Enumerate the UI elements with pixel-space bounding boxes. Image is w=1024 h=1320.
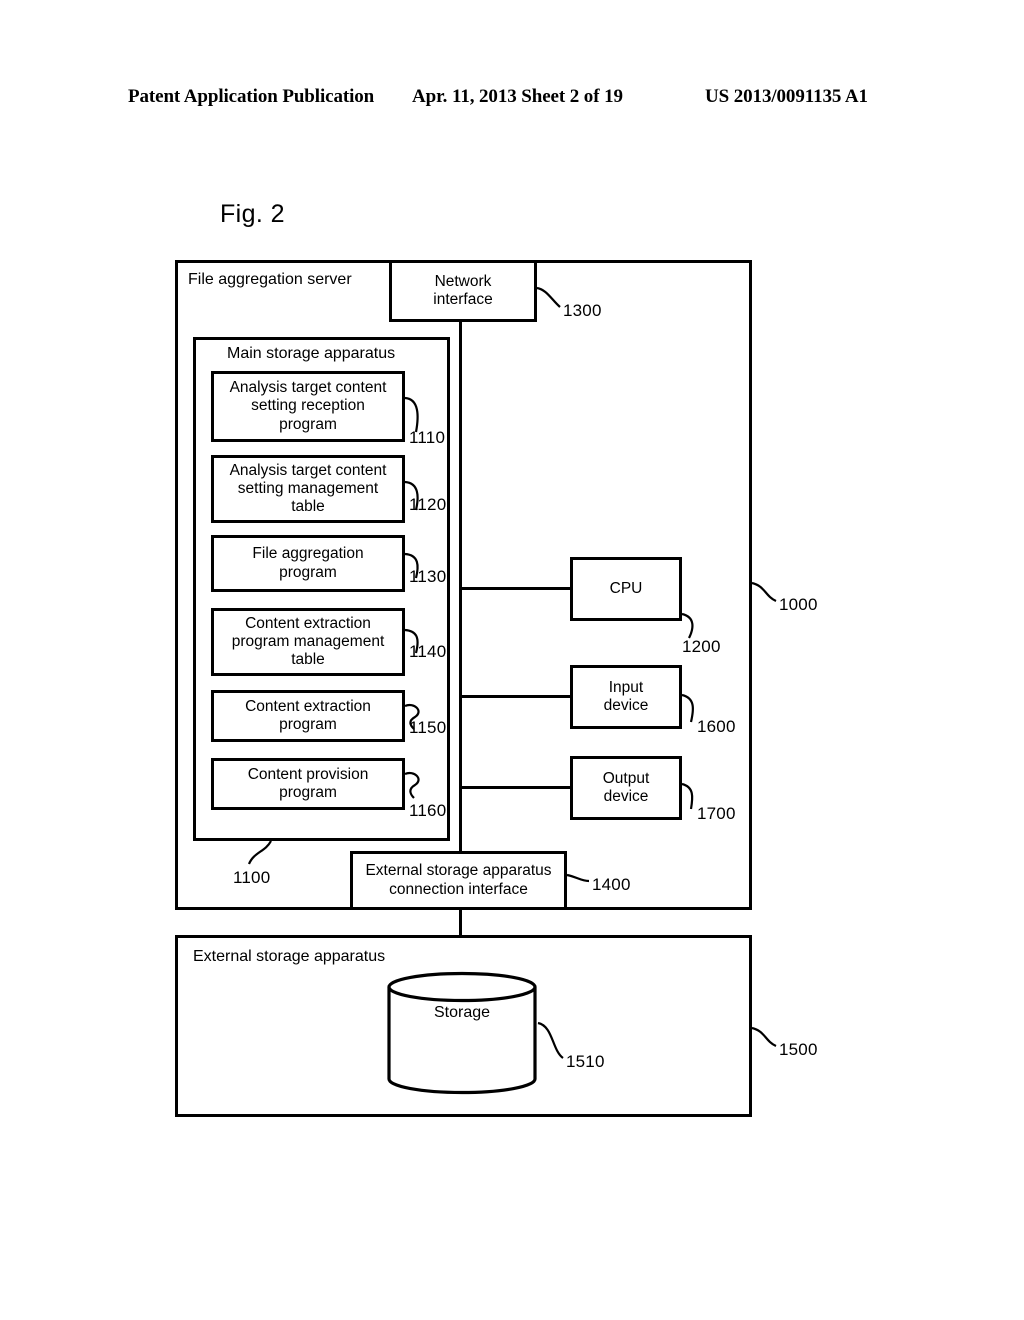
- refnum-1400: 1400: [592, 875, 631, 894]
- patent-header: Patent Application Publication Apr. 11, …: [0, 86, 1024, 112]
- refnum-1200: 1200: [682, 637, 721, 656]
- refnum-1000: 1000: [779, 595, 818, 614]
- bus-to-input-device-line: [459, 695, 572, 698]
- bus-to-cpu-line: [459, 587, 572, 590]
- storage-cylinder: Storage: [386, 970, 538, 1096]
- refnum-1120: 1120: [409, 495, 447, 514]
- refnum-1100: 1100: [233, 868, 271, 887]
- patent-header-number: US 2013/0091135 A1: [705, 86, 868, 107]
- program-label-1160: Content provision program: [247, 765, 369, 801]
- refnum-1600: 1600: [697, 717, 736, 736]
- refnum-1300: 1300: [563, 301, 602, 320]
- main-storage-apparatus-title: Main storage apparatus: [227, 345, 396, 362]
- cpu-label: CPU: [609, 579, 643, 597]
- storage-cylinder-shape: [387, 971, 537, 1095]
- refnum-1510: 1510: [566, 1052, 605, 1071]
- refnum-1160: 1160: [409, 801, 447, 820]
- figure-label: Fig. 2: [220, 200, 285, 228]
- patent-header-date: Apr. 11, 2013 Sheet 2 of 19: [412, 86, 623, 107]
- refnum-1130: 1130: [409, 567, 447, 586]
- refnum-1150: 1150: [409, 718, 447, 737]
- input-device-label: Input device: [603, 678, 649, 714]
- external-storage-connection-interface-label: External storage apparatus connection in…: [365, 862, 552, 898]
- file-aggregation-server-title: File aggregation server: [188, 271, 352, 288]
- program-label-1150: Content extraction program: [245, 697, 371, 733]
- program-label-1140: Content extraction program management ta…: [231, 614, 385, 669]
- output-device-label: Output device: [602, 769, 650, 805]
- server-to-external-storage-line: [459, 908, 462, 937]
- program-label-1120: Analysis target content setting manageme…: [229, 461, 387, 516]
- patent-header-left: Patent Application Publication: [128, 86, 375, 107]
- refnum-1700: 1700: [697, 804, 736, 823]
- refnum-1110: 1110: [409, 428, 446, 447]
- bus-to-output-device-line: [459, 786, 572, 789]
- refnum-1140: 1140: [409, 642, 447, 661]
- refnum-1500: 1500: [779, 1040, 818, 1059]
- program-label-1110: Analysis target content setting receptio…: [229, 379, 387, 433]
- program-label-1130: File aggregation program: [252, 545, 364, 581]
- external-storage-apparatus-title: External storage apparatus: [193, 948, 386, 965]
- storage-label: Storage: [433, 1004, 491, 1021]
- network-interface-label: Network interface: [433, 272, 493, 308]
